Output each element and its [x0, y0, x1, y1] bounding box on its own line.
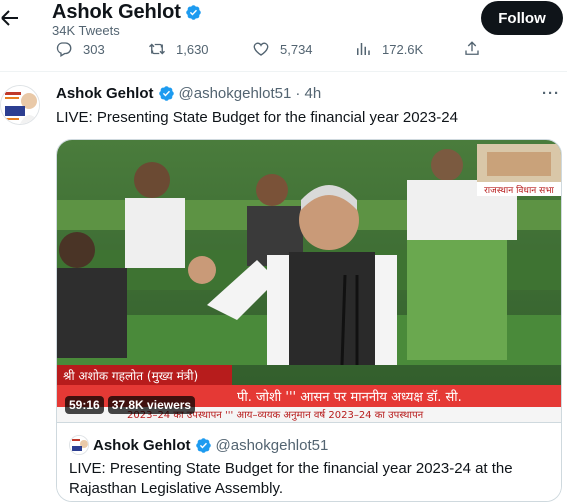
tweet-author-name[interactable]: Ashok Gehlot: [56, 85, 154, 102]
views-action[interactable]: 172.6K: [354, 40, 423, 58]
avatar[interactable]: [0, 85, 40, 125]
viewer-count: 37.8K viewers: [107, 396, 196, 414]
action-bar: 303 1,630 5,734 172.6K: [0, 40, 567, 62]
video-duration: 59:16: [65, 396, 104, 414]
heart-icon: [253, 42, 269, 56]
quoted-tweet-header: Ashok Gehlot @ashokgehlot51: [69, 435, 328, 455]
quoted-author-name: Ashok Gehlot: [93, 436, 191, 454]
verified-badge-icon: [195, 437, 211, 453]
verified-badge-icon: [186, 5, 201, 20]
reply-icon: [56, 42, 72, 57]
more-options-icon[interactable]: ···: [542, 85, 560, 102]
tweet[interactable]: Ashok Gehlot @ashokgehlot51 · 4h ··· LIV…: [0, 73, 567, 502]
profile-header: Ashok Gehlot 34K Tweets Follow 303 1,630…: [0, 0, 567, 72]
like-count: 5,734: [280, 41, 313, 57]
views-count: 172.6K: [382, 41, 424, 57]
quoted-tweet[interactable]: Ashok Gehlot @ashokgehlot51 LIVE: Presen…: [57, 422, 561, 501]
back-arrow-icon[interactable]: [0, 8, 18, 28]
svg-text:राजस्थान विधान सभा: राजस्थान विधान सभा: [484, 184, 554, 196]
tweet-time[interactable]: · 4h: [295, 85, 321, 102]
live-video[interactable]: राजस्थान विधान सभा श्री अशोक गहलोत (मुख्…: [57, 140, 561, 422]
tweet-text: LIVE: Presenting State Budget for the fi…: [56, 109, 458, 126]
verified-badge-icon: [158, 86, 174, 101]
tweet-media-card[interactable]: राजस्थान विधान सभा श्री अशोक गहलोत (मुख्…: [56, 139, 562, 502]
retweet-action[interactable]: 1,630: [148, 40, 209, 58]
svg-text:पी. जोशी ''' आसन पर माननीय अध्: पी. जोशी ''' आसन पर माननीय अध्यक्ष डॉ. स…: [237, 389, 462, 405]
profile-name-text: Ashok Gehlot: [52, 1, 181, 23]
quoted-avatar: [69, 435, 89, 455]
like-action[interactable]: 5,734: [252, 40, 313, 58]
reply-count: 303: [83, 41, 105, 57]
profile-name: Ashok Gehlot: [52, 1, 202, 24]
tweet-count: 34K Tweets: [52, 23, 120, 38]
share-icon: [465, 41, 479, 55]
quoted-tweet-text: LIVE: Presenting State Budget for the fi…: [69, 460, 513, 497]
tweet-header: Ashok Gehlot @ashokgehlot51 · 4h: [56, 85, 321, 102]
retweet-count: 1,630: [176, 41, 209, 57]
quoted-author-handle: @ashokgehlot51: [215, 436, 329, 454]
retweet-icon: [149, 43, 165, 55]
reply-action[interactable]: 303: [55, 40, 105, 58]
analytics-icon: [357, 43, 370, 55]
video-overlay: 59:16 37.8K viewers: [65, 396, 196, 414]
share-action[interactable]: [463, 40, 491, 58]
svg-text:श्री अशोक गहलोत (मुख्य मंत्री): श्री अशोक गहलोत (मुख्य मंत्री): [63, 369, 198, 384]
tweet-author-handle[interactable]: @ashokgehlot51: [179, 85, 292, 102]
follow-button[interactable]: Follow: [481, 1, 563, 35]
